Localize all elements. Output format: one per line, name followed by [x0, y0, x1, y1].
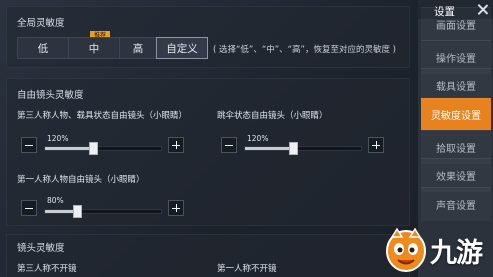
third-person-plus-button[interactable] — [168, 137, 184, 153]
slider-value-first-person: 80% — [47, 196, 64, 205]
slider-fill — [45, 210, 77, 213]
slider-thumb[interactable] — [73, 205, 82, 218]
first-person-slider-track[interactable] — [44, 205, 162, 218]
jiuyou-watermark: 九游 — [384, 225, 493, 277]
sidebar-item-sensitivity[interactable]: 灵敏度设置 — [421, 98, 491, 130]
preset-high-button[interactable]: 高 — [119, 37, 157, 59]
global-sensitivity-section: 全局灵敏度 推荐 低 中 高 自定义 ( 选择“低”、“中”、“高”，恢复至对应… — [6, 6, 410, 68]
slider-fill — [245, 147, 292, 150]
first-person-minus-button[interactable] — [21, 200, 37, 216]
plus-icon-v — [175, 204, 177, 212]
slider-value-parachute: 120% — [247, 134, 269, 143]
slider-thumb[interactable] — [89, 142, 98, 155]
camera-label-third-person: 第三人称不开镜 — [17, 264, 77, 274]
slider-thumb[interactable] — [289, 142, 298, 155]
section-title-global: 全局灵敏度 — [17, 18, 65, 29]
slider-label-third-person: 第三人称人物、载具状态自由镜头（小眼睛） — [17, 111, 188, 121]
slider-fill — [45, 147, 92, 150]
free-look-section: 自由镜头灵敏度 第三人称人物、载具状态自由镜头（小眼睛） 120% 跳伞状态自由… — [6, 78, 410, 226]
section-title-free-look: 自由镜头灵敏度 — [17, 90, 84, 101]
parachute-minus-button[interactable] — [221, 137, 237, 153]
preset-hint-text: ( 选择“低”、“中”、“高”，恢复至对应的灵敏度 ) — [213, 45, 396, 55]
parachute-slider-track[interactable] — [244, 142, 362, 155]
camera-sensitivity-section: 镜头灵敏度 第三人称不开镜 第一人称不开镜 — [6, 234, 410, 277]
minus-icon — [25, 144, 33, 146]
minus-icon — [25, 207, 33, 209]
plus-icon-v — [175, 141, 177, 149]
third-person-minus-button[interactable] — [21, 137, 37, 153]
slider-label-first-person: 第一人称人物自由镜头（小眼睛） — [17, 175, 145, 185]
sidebar-item-graphics[interactable]: 画面设置 — [421, 7, 491, 41]
preset-custom-button[interactable]: 自定义 — [156, 37, 208, 59]
sidebar-item-vehicle[interactable]: 载具设置 — [421, 68, 491, 102]
first-person-plus-button[interactable] — [168, 200, 184, 216]
third-person-slider-track[interactable] — [44, 142, 162, 155]
preset-low-button[interactable]: 低 — [17, 37, 69, 59]
minus-icon — [225, 144, 233, 146]
section-title-camera: 镜头灵敏度 — [17, 243, 65, 254]
slider-label-parachute: 跳伞状态自由镜头（小眼睛） — [217, 111, 328, 121]
mascot-icon — [386, 227, 426, 272]
settings-main-panel: 全局灵敏度 推荐 低 中 高 自定义 ( 选择“低”、“中”、“高”，恢复至对应… — [6, 6, 410, 277]
slider-value-third-person: 120% — [47, 134, 69, 143]
parachute-plus-button[interactable] — [368, 137, 384, 153]
plus-icon-v — [375, 141, 377, 149]
camera-label-first-person: 第一人称不开镜 — [217, 264, 277, 274]
watermark-text: 九游 — [430, 238, 483, 269]
sidebar-item-sound[interactable]: 声音设置 — [421, 187, 491, 221]
preset-medium-button[interactable]: 中 — [68, 37, 120, 59]
